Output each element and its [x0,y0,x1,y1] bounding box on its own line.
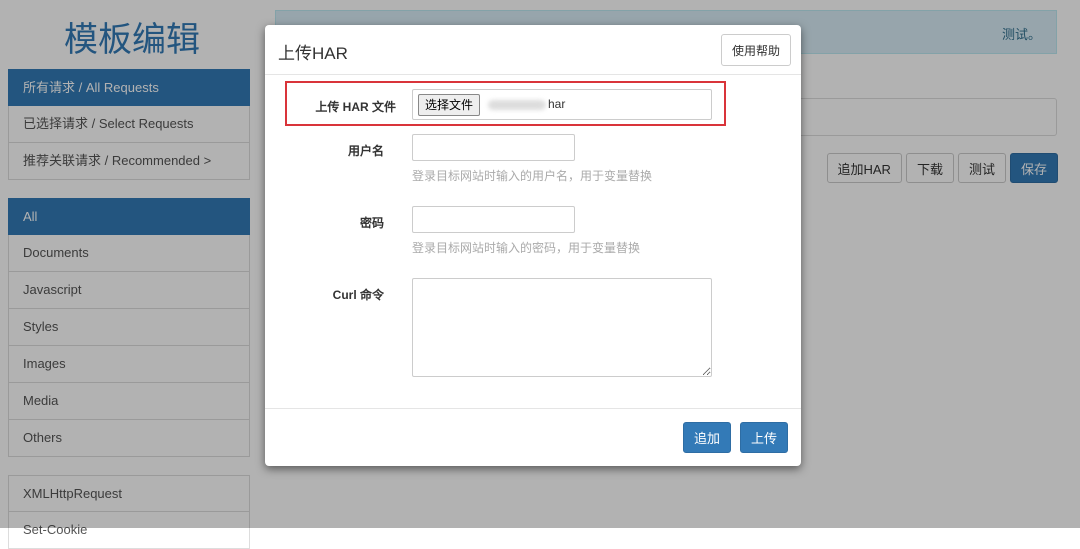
curl-label: Curl 命令 [332,288,384,302]
password-help: 登录目标网站时输入的密码，用于变量替换 [412,241,641,255]
username-label: 用户名 [347,144,384,158]
upload-har-modal: 上传HAR 使用帮助 上传 HAR 文件 选择文件 har 用户名 登录目标网站… [265,25,801,466]
file-label: 上传 HAR 文件 [315,100,396,114]
add-button[interactable]: 追加 [682,422,731,453]
password-input[interactable] [412,206,575,233]
modal-title: 上传HAR [278,44,348,63]
curl-textarea[interactable] [412,278,712,377]
file-name: har [548,97,566,111]
blurred-filename [488,99,546,110]
username-help: 登录目标网站时输入的用户名，用于变量替换 [412,169,653,183]
file-input[interactable]: 选择文件 har [412,89,712,120]
upload-button[interactable]: 上传 [739,422,788,453]
username-input[interactable] [412,134,575,161]
help-button[interactable]: 使用帮助 [720,34,791,66]
choose-file-button[interactable]: 选择文件 [418,94,481,116]
password-label: 密码 [359,216,384,230]
